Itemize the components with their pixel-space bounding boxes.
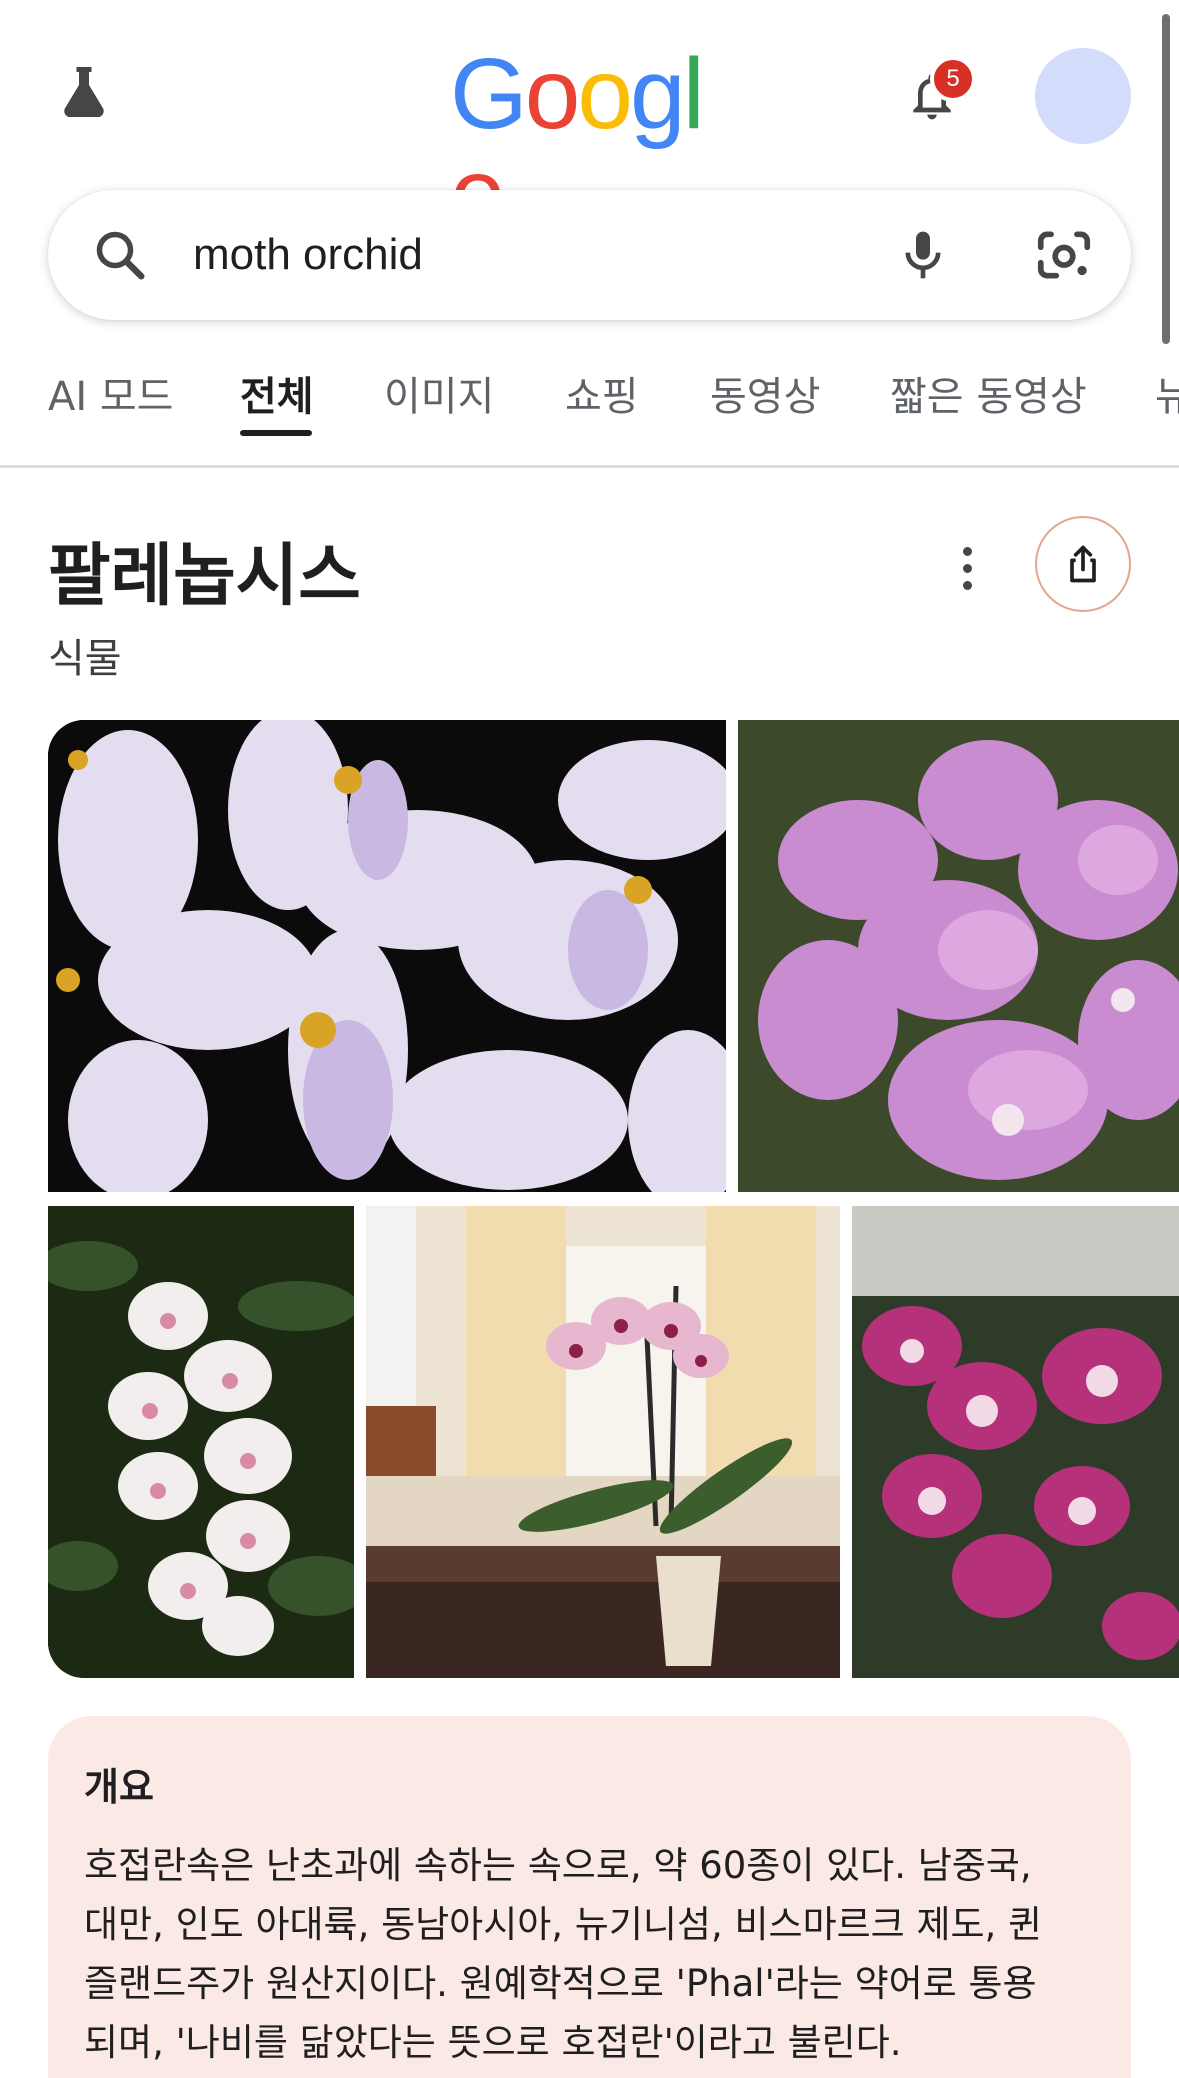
tab-short-videos[interactable]: 짧은 동영상 xyxy=(890,364,1087,454)
tab-images[interactable]: 이미지 xyxy=(384,364,494,454)
overview-line: 호접란속은 난초과에 속하는 속으로, 약 60종이 있다. 남중국, xyxy=(84,1844,1032,1887)
share-icon xyxy=(1070,545,1096,583)
google-logo[interactable]: Google xyxy=(450,38,730,244)
tab-news[interactable]: 뉴 xyxy=(1155,364,1179,454)
voice-search-button[interactable] xyxy=(888,220,958,290)
labs-button[interactable] xyxy=(48,56,120,128)
header: Google 5 xyxy=(0,0,1179,244)
entity-title: 팔레놉시스 xyxy=(48,537,361,616)
search-input[interactable] xyxy=(193,215,893,295)
orchid-image-1[interactable] xyxy=(48,720,726,1192)
lens-search-button[interactable] xyxy=(1028,220,1100,290)
search-box[interactable] xyxy=(48,190,1131,320)
camera-lens-icon xyxy=(1037,231,1091,279)
overview-description: 호접란속은 난초과에 속하는 속으로, 약 60종이 있다. 남중국, 대만, … xyxy=(84,1836,1104,2072)
logo-letter: o xyxy=(524,38,581,150)
logo-letter: o xyxy=(577,38,633,150)
overview-line: 즐랜드주가 원산지이다. 원예학적으로 'Phal'라는 약어로 통용 xyxy=(84,1962,1037,2005)
tab-ai-mode[interactable]: AI 모드 xyxy=(48,364,173,454)
search-tabs: AI 모드 전체 이미지 쇼핑 동영상 짧은 동영상 뉴 xyxy=(0,350,1179,468)
scrollbar[interactable] xyxy=(1162,14,1170,344)
overview-card: 개요 호접란속은 난초과에 속하는 속으로, 약 60종이 있다. 남중국, 대… xyxy=(48,1716,1131,2078)
notification-count-badge: 5 xyxy=(930,56,976,102)
entity-subtitle: 식물 xyxy=(48,636,122,682)
overview-heading: 개요 xyxy=(84,1765,154,1809)
account-avatar[interactable] xyxy=(1035,48,1131,144)
tab-videos[interactable]: 동영상 xyxy=(710,364,820,454)
tab-shopping[interactable]: 쇼핑 xyxy=(565,364,639,454)
orchid-image-4[interactable] xyxy=(366,1206,840,1678)
active-tab-indicator xyxy=(240,430,312,436)
share-button[interactable] xyxy=(1035,516,1131,612)
orchid-image-5[interactable] xyxy=(852,1206,1179,1678)
more-options-button[interactable] xyxy=(945,540,989,596)
flask-icon xyxy=(64,67,104,117)
orchid-image-2[interactable] xyxy=(738,720,1179,1192)
overview-line: 대만, 인도 아대륙, 동남아시아, 뉴기니섬, 비스마르크 제도, 퀸 xyxy=(84,1903,1043,1946)
mic-icon xyxy=(905,231,941,279)
search-icon xyxy=(96,231,145,280)
logo-letter: l xyxy=(682,38,705,150)
tab-all[interactable]: 전체 xyxy=(240,364,314,454)
logo-letter: G xyxy=(450,38,528,150)
overview-line: 되며, '나비를 닮았다는 뜻으로 호접란'이라고 불린다. xyxy=(84,2021,902,2064)
logo-letter: g xyxy=(630,38,686,150)
orchid-image-3[interactable] xyxy=(48,1206,354,1678)
more-vert-icon xyxy=(962,546,972,556)
